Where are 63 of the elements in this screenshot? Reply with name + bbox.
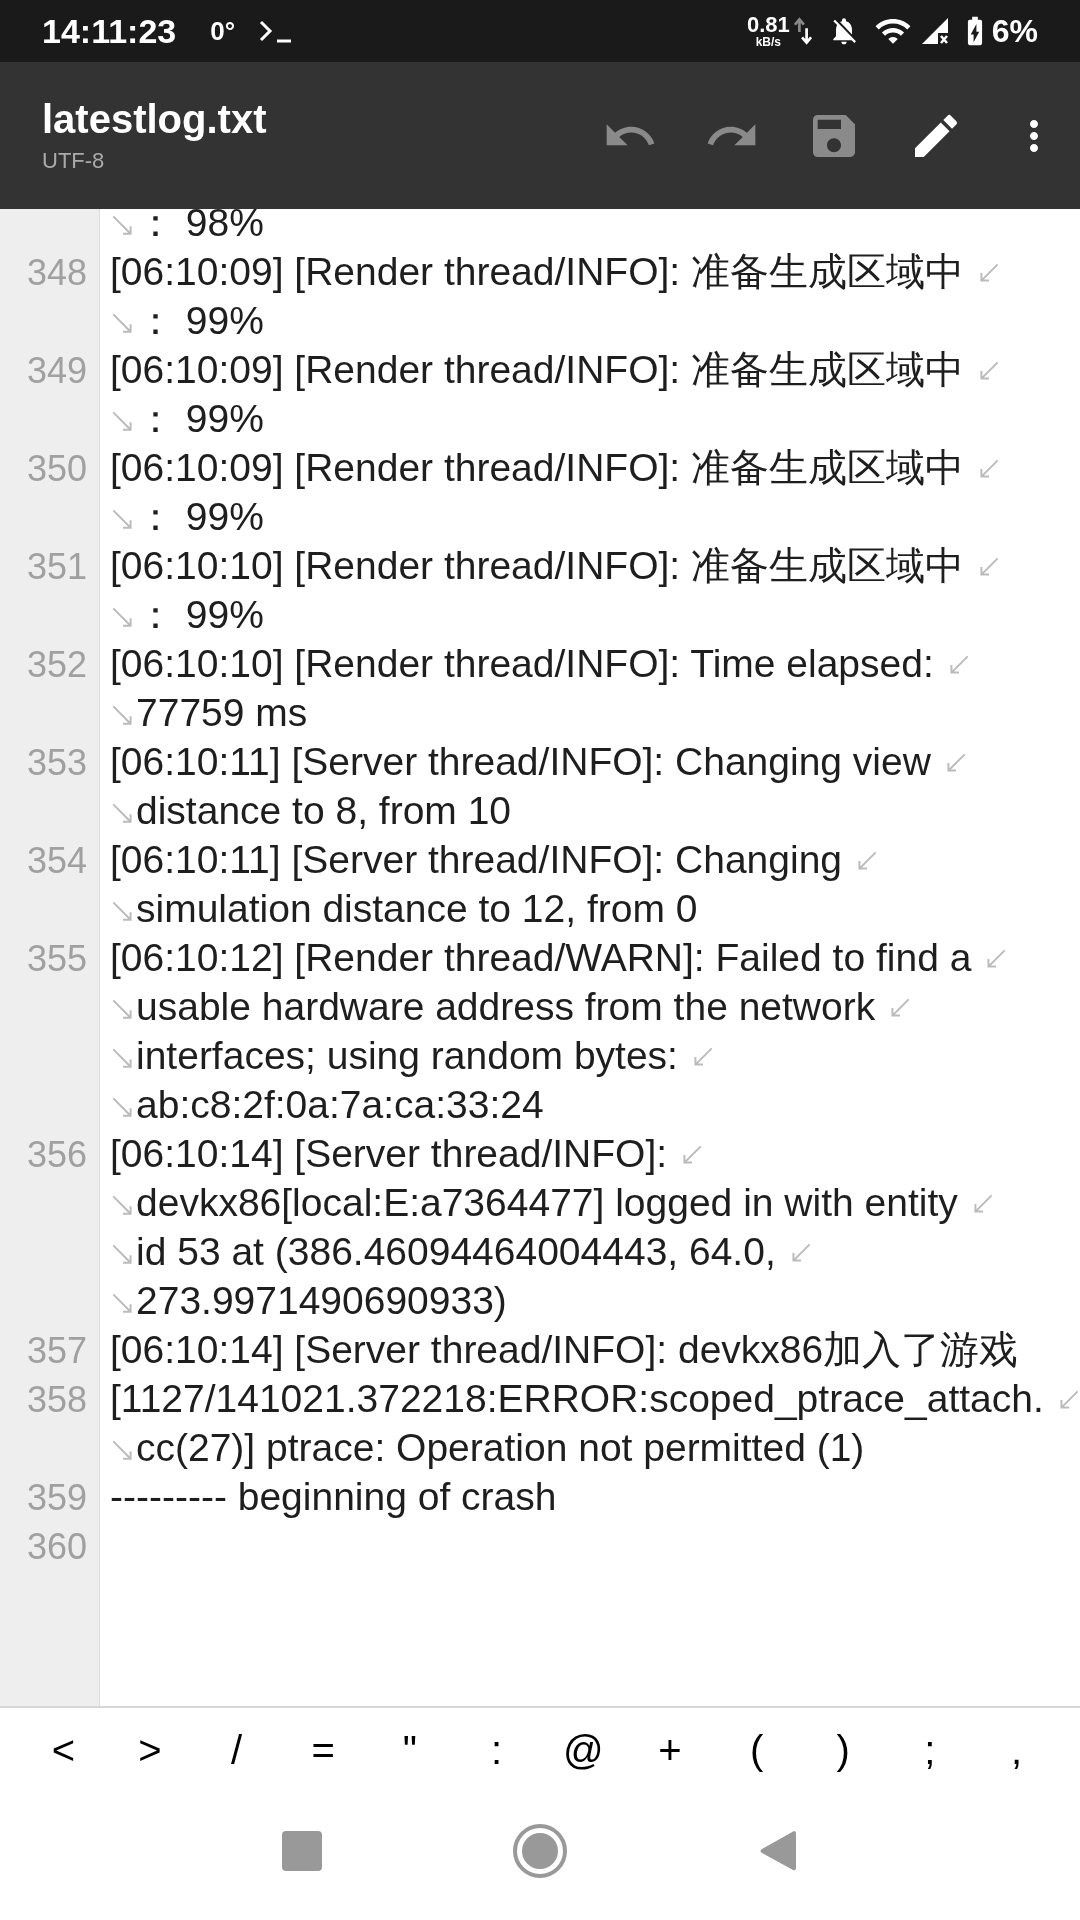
terminal-icon — [259, 19, 294, 43]
line-number: 355 — [26, 936, 87, 981]
line-number: 353 — [26, 740, 87, 785]
log-text: [06:10:12] [Render thread/WARN]: Failed to find a — [110, 935, 972, 982]
log-text: ： 99% — [136, 396, 264, 443]
log-text: [06:10:14] [Server thread/INFO]: devkx86加入了游戏 — [110, 1327, 1019, 1374]
network-unit: kB/s — [755, 36, 781, 48]
log-text: usable hardware address from the network — [136, 984, 876, 1031]
log-text: [06:10:10] [Render thread/INFO]: 准备生成区域中 — [110, 543, 964, 590]
back-button[interactable] — [758, 1829, 798, 1873]
symbol-key[interactable]: > — [120, 1720, 180, 1780]
log-text: [06:10:14] [Server thread/INFO]: — [110, 1131, 668, 1178]
symbol-key[interactable]: = — [293, 1720, 354, 1780]
log-text: [06:10:10] [Render thread/INFO]: Time elapsed: — [110, 641, 934, 688]
file-encoding: UTF-8 — [42, 147, 106, 175]
file-title: latestlog.txt — [42, 96, 267, 143]
log-text: [06:10:11] [Server thread/INFO]: Changing view — [110, 739, 931, 786]
log-text: [06:10:09] [Render thread/INFO]: 准备生成区域中 — [110, 347, 964, 394]
symbol-key[interactable]: , — [986, 1720, 1047, 1780]
log-text: [1127/141021.372218:ERROR:scoped_ptrace_attach. — [110, 1376, 1044, 1423]
line-number: 357 — [26, 1328, 87, 1373]
log-text: distance to 8, from 10 — [136, 788, 512, 835]
symbol-key[interactable]: @ — [553, 1720, 614, 1780]
log-text: ： 98% — [136, 209, 264, 247]
clock: 14:11:23 — [42, 10, 177, 52]
line-number: 352 — [26, 642, 87, 687]
symbol-key[interactable]: ( — [726, 1720, 787, 1780]
temperature: 0° — [210, 14, 236, 48]
data-arrows-icon — [793, 17, 812, 45]
log-text: [06:10:11] [Server thread/INFO]: Changing — [110, 837, 842, 884]
line-number: 348 — [26, 250, 87, 295]
log-text: 77759 ms — [136, 690, 308, 737]
log-text: ： 99% — [136, 298, 264, 345]
log-text: interfaces; using random bytes: — [136, 1033, 678, 1080]
symbol-key[interactable]: ; — [899, 1720, 960, 1780]
line-number: 349 — [26, 348, 87, 393]
symbol-key[interactable]: : — [466, 1720, 527, 1780]
log-text: [06:10:09] [Render thread/INFO]: 准备生成区域中 — [110, 249, 964, 296]
line-number: 358 — [26, 1377, 87, 1422]
log-text: --------- beginning of crash — [110, 1474, 557, 1521]
log-text: cc(27)] ptrace: Operation not permitted (1) — [136, 1425, 865, 1472]
line-number: 359 — [26, 1475, 87, 1520]
home-button[interactable] — [512, 1823, 568, 1879]
symbol-key[interactable]: < — [33, 1720, 94, 1780]
log-text: ab:c8:2f:0a:7a:ca:33:24 — [136, 1082, 544, 1129]
line-number: 350 — [26, 446, 87, 491]
symbol-key[interactable]: / — [206, 1720, 267, 1780]
log-text: ： 99% — [136, 592, 264, 639]
log-text: simulation distance to 12, from 0 — [136, 886, 698, 933]
log-text: 273.9971490690933) — [136, 1278, 507, 1325]
log-text: ： 99% — [136, 494, 264, 541]
symbol-key[interactable]: ) — [813, 1720, 874, 1780]
line-number: 351 — [26, 544, 87, 589]
symbol-key[interactable]: " — [379, 1720, 440, 1780]
network-speed: 0.81 — [746, 14, 790, 36]
log-text: devkx86[local:E:a7364477] logged in with entity — [136, 1180, 958, 1227]
line-number: 354 — [26, 838, 87, 883]
line-number: 356 — [26, 1132, 87, 1177]
log-text: id 53 at (386.46094464004443, 64.0, — [136, 1229, 776, 1276]
battery-percent: 6% — [991, 12, 1038, 51]
log-text: [06:10:09] [Render thread/INFO]: 准备生成区域中 — [110, 445, 964, 492]
line-number: 360 — [26, 1524, 87, 1569]
symbol-key[interactable]: + — [639, 1720, 700, 1780]
